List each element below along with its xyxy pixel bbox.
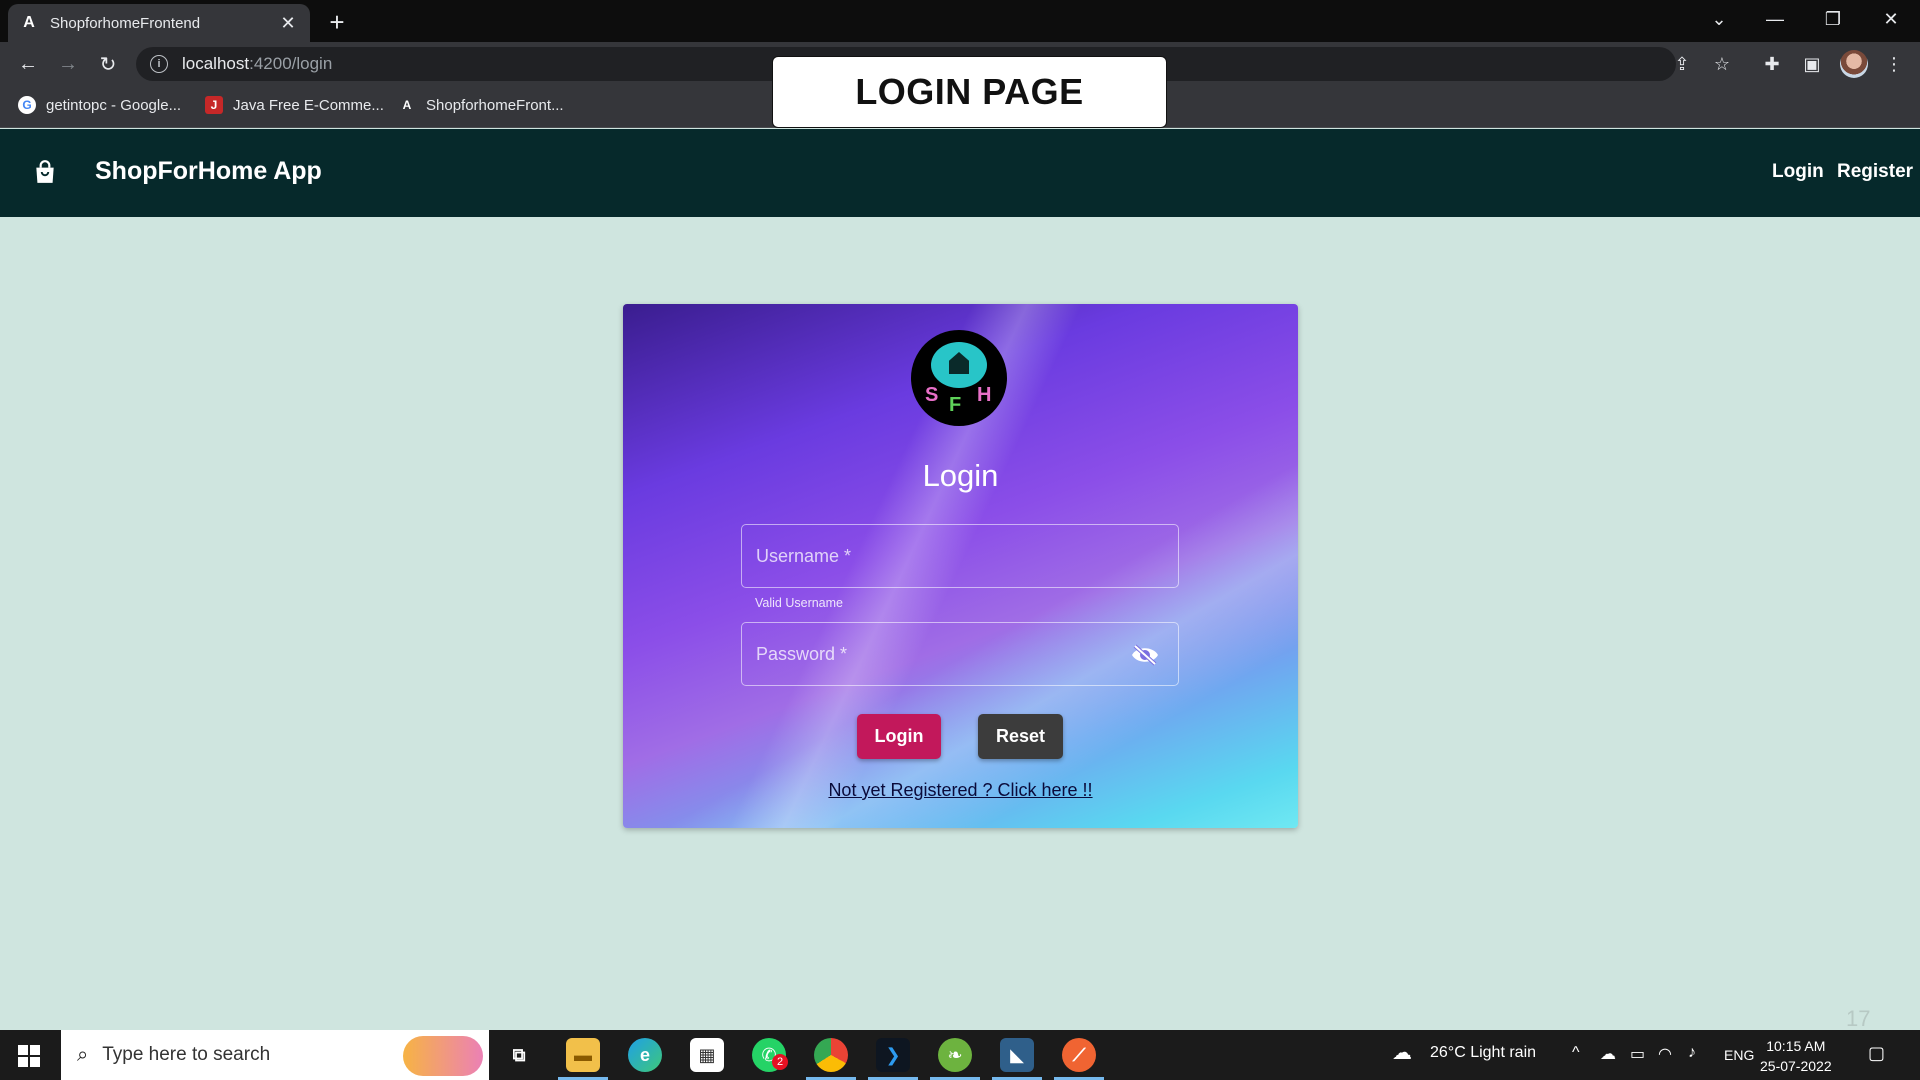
windows-start-icon[interactable] <box>18 1045 40 1067</box>
postman-icon[interactable]: ⟋ <box>1062 1038 1096 1072</box>
windows-taskbar: ⌕ Type here to search ⧉ ▬ e ▦ ✆ 2 ❯ ❧ ◣ … <box>0 1030 1920 1080</box>
back-button[interactable]: ← <box>12 48 44 80</box>
login-title: Login <box>922 458 999 493</box>
minimize-button[interactable]: — <box>1750 0 1800 38</box>
task-view-icon[interactable]: ⧉ <box>502 1038 536 1072</box>
clock-date: 25-07-2022 <box>1760 1058 1832 1074</box>
page-caption-label: LOGIN PAGE <box>772 56 1167 128</box>
clock-time: 10:15 AM <box>1766 1038 1826 1054</box>
username-hint: Valid Username <box>755 596 844 610</box>
password-field[interactable] <box>741 622 1179 686</box>
side-panel-icon[interactable]: ▣ <box>1798 50 1826 78</box>
vscode-icon[interactable]: ❯ <box>876 1038 910 1072</box>
volume-icon[interactable]: ♪ <box>1688 1044 1696 1062</box>
site-favicon-icon: J <box>205 96 223 114</box>
angular-favicon-icon: A <box>23 14 35 31</box>
taskbar-search-placeholder: Type here to search <box>102 1044 271 1065</box>
logo-letter-h: H <box>977 384 992 406</box>
search-highlight-icon <box>403 1036 483 1076</box>
url-host: localhost <box>182 54 250 73</box>
nav-register-link[interactable]: Register <box>1837 161 1913 183</box>
taskbar-clock[interactable]: 10:15 AM 25-07-2022 <box>1760 1036 1832 1076</box>
forward-button[interactable]: → <box>52 48 84 80</box>
close-window-button[interactable]: ✕ <box>1866 0 1916 38</box>
app-brand[interactable]: ShopForHome App <box>95 157 322 186</box>
taskbar-search-box[interactable]: ⌕ Type here to search <box>61 1030 489 1080</box>
register-link[interactable]: Not yet Registered ? Click here !! <box>623 780 1298 801</box>
angular-favicon-icon: A <box>402 98 412 112</box>
username-input[interactable] <box>742 525 1178 587</box>
profile-avatar[interactable] <box>1840 50 1868 78</box>
page-number: 17 <box>1846 1006 1871 1031</box>
store-icon[interactable]: ▦ <box>690 1038 724 1072</box>
site-info-icon[interactable]: i <box>150 55 168 73</box>
app-header: ShopForHome App Login Register <box>0 129 1920 217</box>
battery-icon[interactable]: ▭ <box>1630 1044 1645 1064</box>
language-indicator[interactable]: ENG <box>1724 1047 1754 1063</box>
wifi-icon[interactable]: ◠ <box>1658 1044 1672 1064</box>
chrome-icon[interactable] <box>814 1038 848 1072</box>
login-card: S F H Login Valid Username Login Reset N… <box>623 304 1298 828</box>
google-icon: G <box>18 96 36 114</box>
visibility-off-icon[interactable] <box>1130 643 1160 667</box>
weather-text[interactable]: 26°C Light rain <box>1430 1044 1536 1062</box>
notification-badge: 2 <box>772 1054 788 1070</box>
edge-icon[interactable]: e <box>628 1038 662 1072</box>
reset-button[interactable]: Reset <box>978 714 1063 759</box>
restore-button[interactable]: ❐ <box>1808 0 1858 38</box>
browser-tab[interactable]: A ShopforhomeFrontend ✕ <box>8 4 310 42</box>
bookmark-item[interactable]: J Java Free E-Comme... <box>205 96 384 114</box>
bookmark-label: Java Free E-Comme... <box>233 96 384 114</box>
menu-icon[interactable]: ⋮ <box>1880 50 1908 78</box>
nav-login-link[interactable]: Login <box>1772 161 1824 183</box>
new-tab-button[interactable]: + <box>322 7 352 37</box>
password-input[interactable] <box>742 623 1178 685</box>
username-field[interactable] <box>741 524 1179 588</box>
reload-button[interactable]: ↻ <box>92 48 124 80</box>
bookmark-item[interactable]: G getintopc - Google... <box>18 96 181 114</box>
shopping-bag-icon <box>36 160 54 183</box>
tab-close-icon[interactable]: ✕ <box>278 13 298 33</box>
spring-tools-icon[interactable]: ❧ <box>938 1038 972 1072</box>
bookmark-label: getintopc - Google... <box>46 96 182 114</box>
mysql-workbench-icon[interactable]: ◣ <box>1000 1038 1034 1072</box>
file-explorer-icon[interactable]: ▬ <box>566 1038 600 1072</box>
browser-tab-strip: A ShopforhomeFrontend ✕ + ⌄ — ❐ ✕ <box>0 0 1920 42</box>
onedrive-icon[interactable]: ☁ <box>1600 1044 1616 1064</box>
tab-search-icon[interactable]: ⌄ <box>1694 0 1744 38</box>
notification-center-icon[interactable]: ▢ <box>1868 1043 1885 1064</box>
logo-letter-s: S <box>925 384 939 406</box>
bookmark-item[interactable]: A ShopforhomeFront... <box>398 96 564 114</box>
sfh-logo: S F H <box>911 330 1007 426</box>
share-icon[interactable]: ⇪ <box>1668 50 1696 78</box>
search-icon: ⌕ <box>77 1043 89 1066</box>
url-path: :4200/login <box>249 54 333 73</box>
show-hidden-icons-icon[interactable]: ^ <box>1572 1044 1580 1062</box>
bookmark-star-icon[interactable]: ☆ <box>1708 50 1736 78</box>
bookmark-label: ShopforhomeFront... <box>426 96 564 114</box>
extensions-icon[interactable]: ✚ <box>1758 50 1786 78</box>
tab-title: ShopforhomeFrontend <box>50 14 201 32</box>
weather-cloud-icon[interactable]: ☁ <box>1392 1040 1412 1065</box>
login-button[interactable]: Login <box>857 714 941 759</box>
logo-letter-f: F <box>949 394 962 416</box>
